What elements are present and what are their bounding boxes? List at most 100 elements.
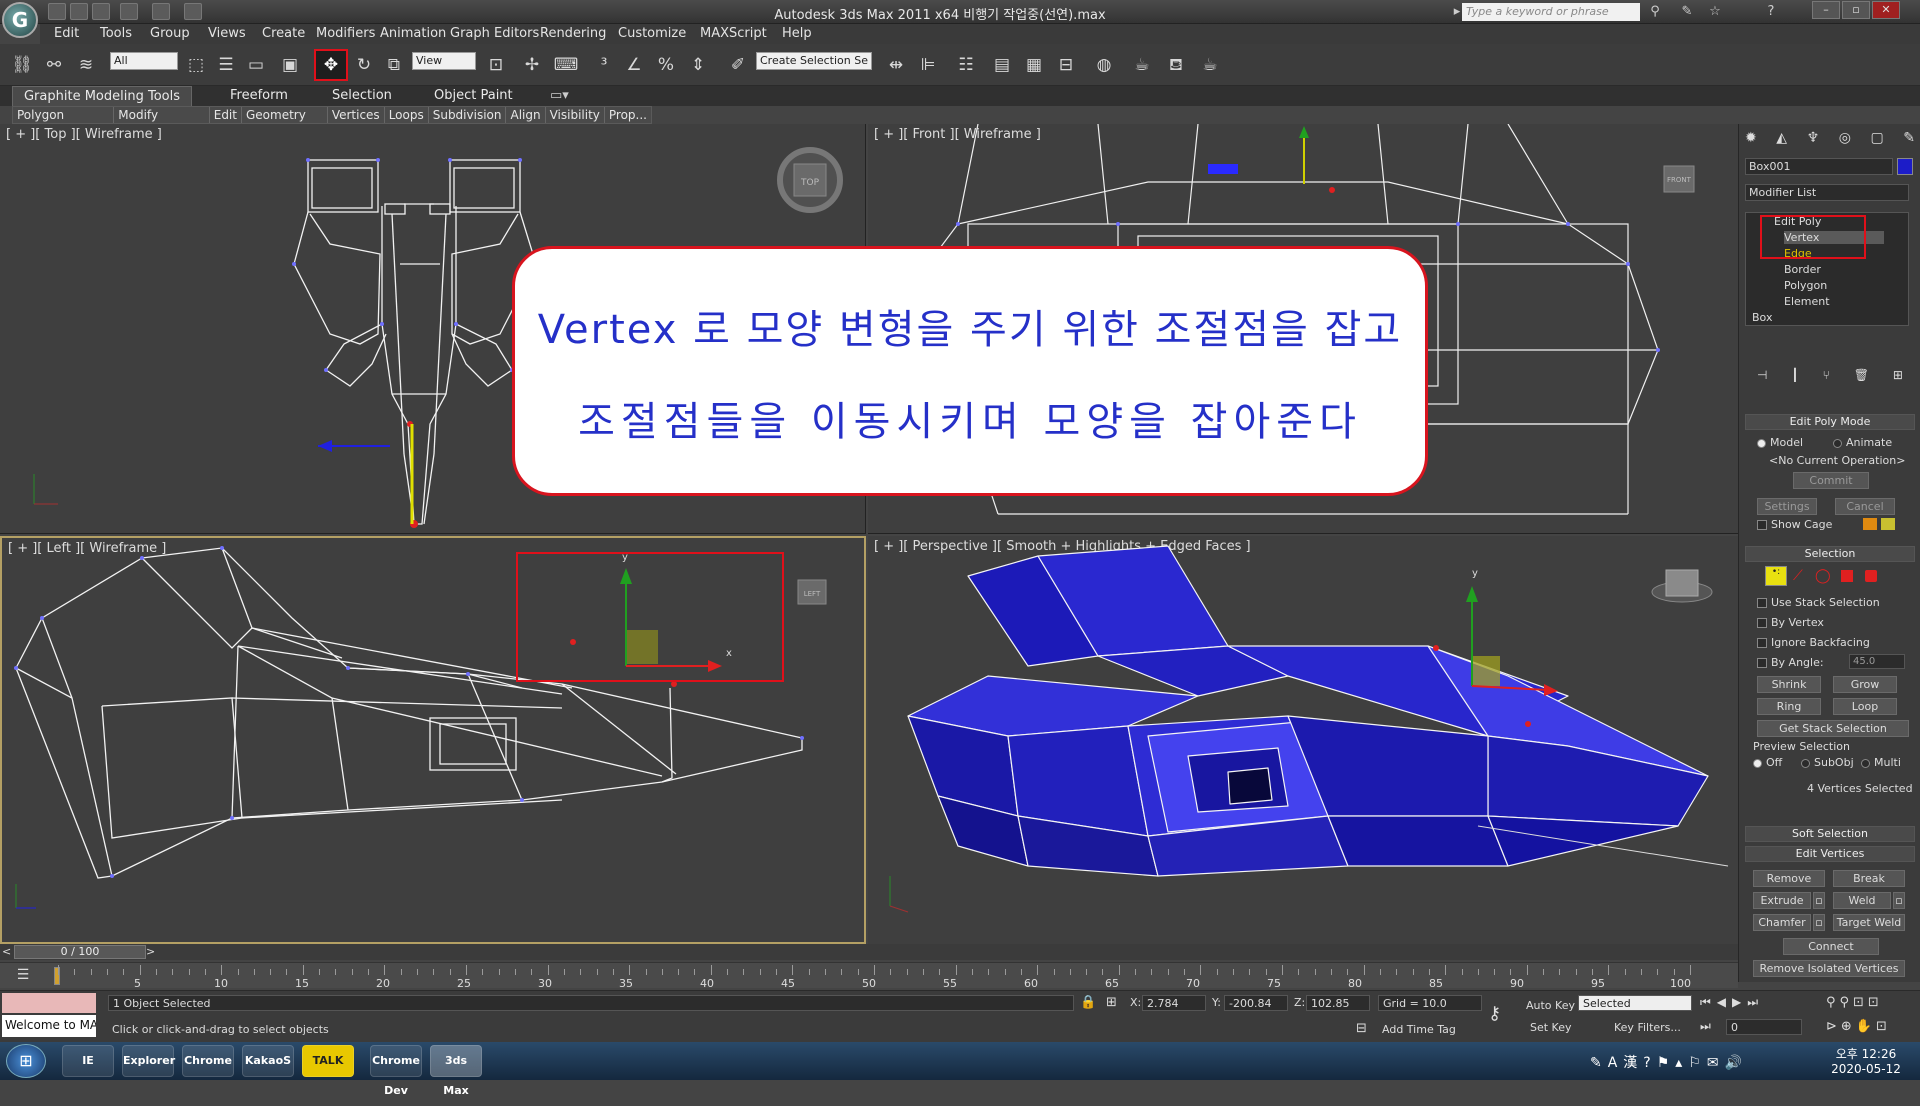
weld-settings-icon[interactable]: ▫: [1893, 892, 1905, 909]
curve-editor-icon[interactable]: ▦: [1020, 51, 1048, 79]
new-file-icon[interactable]: [48, 3, 66, 20]
rendered-frame-window-icon[interactable]: ⛾: [1162, 51, 1190, 79]
menu-help[interactable]: Help: [782, 24, 812, 44]
commit-button[interactable]: Commit: [1793, 472, 1869, 489]
bind-to-space-warp-icon[interactable]: ≋: [72, 51, 100, 79]
viewport-left[interactable]: [ + ][ Left ][ Wireframe ] y x LEFT: [0, 536, 866, 944]
time-prev-icon[interactable]: <: [2, 945, 11, 958]
by-vertex-checkbox[interactable]: By Vertex: [1757, 616, 1824, 629]
object-name-field[interactable]: Box001: [1745, 158, 1893, 175]
preview-subobj-radio[interactable]: SubObj: [1801, 756, 1854, 769]
taskbar-kakaos[interactable]: KakaoS: [242, 1045, 294, 1077]
ring-button[interactable]: Ring: [1757, 698, 1821, 715]
loop-button[interactable]: Loop: [1833, 698, 1897, 715]
favorites-star-icon[interactable]: ☆: [1704, 3, 1726, 21]
utilities-panel-icon[interactable]: ✎: [1903, 130, 1915, 148]
configure-modifier-sets-icon[interactable]: ⊞: [1893, 368, 1903, 388]
weld-button[interactable]: Weld: [1833, 892, 1891, 909]
grow-button[interactable]: Grow: [1833, 676, 1897, 693]
connect-button[interactable]: Connect: [1783, 938, 1879, 955]
viewport-perspective[interactable]: [ + ][ Perspective ][ Smooth + Highlight…: [868, 536, 1738, 944]
render-production-icon[interactable]: ☕: [1196, 51, 1224, 79]
auto-key-button[interactable]: Auto Key: [1526, 999, 1575, 1012]
show-cage-checkbox[interactable]: Show Cage: [1757, 518, 1832, 531]
pivot-center-icon[interactable]: ⊡: [482, 51, 510, 79]
material-editor-icon[interactable]: ◍: [1090, 51, 1118, 79]
set-key-button[interactable]: Set Key: [1530, 1021, 1572, 1034]
time-slider[interactable]: < 0 / 100 >: [0, 944, 1738, 960]
rectangular-selection-icon[interactable]: ▭: [242, 51, 270, 79]
menu-views[interactable]: Views: [208, 24, 246, 44]
maxscript-welcome-field[interactable]: Welcome to MA: [2, 1015, 96, 1037]
track-bar[interactable]: ☰ 5 10 15 20 25 30 35 40 45 50 55 60 65 …: [0, 962, 1738, 990]
tab-object-paint[interactable]: Object Paint: [434, 86, 513, 106]
maxscript-listener-mini[interactable]: [2, 993, 96, 1013]
hierarchy-panel-icon[interactable]: ♆: [1807, 130, 1820, 148]
named-selection-dropdown[interactable]: Create Selection Se: [756, 52, 872, 70]
minimize-button[interactable]: –: [1812, 1, 1840, 19]
select-and-rotate-icon[interactable]: ↻: [350, 51, 378, 79]
viewcube-top-label[interactable]: TOP: [800, 178, 820, 188]
clock-time[interactable]: 오후 12:26: [1826, 1045, 1906, 1062]
playback-controls[interactable]: ⏮◀▶⏭: [1700, 995, 1764, 1010]
ribbon-options-icon[interactable]: ▭▾: [550, 86, 569, 106]
viewport-nav-controls[interactable]: ⚲⚲⊡⊡: [1826, 995, 1883, 1010]
align-icon[interactable]: ⊫: [914, 51, 942, 79]
manipulate-icon[interactable]: ✢: [518, 51, 546, 79]
create-panel-icon[interactable]: ✹: [1745, 130, 1757, 148]
ignore-backfacing-checkbox[interactable]: Ignore Backfacing: [1757, 636, 1870, 649]
help-icon[interactable]: ?: [1760, 3, 1782, 21]
window-crossing-icon[interactable]: ▣: [276, 51, 304, 79]
chamfer-settings-icon[interactable]: ▫: [1813, 914, 1825, 931]
open-file-icon[interactable]: [70, 3, 88, 20]
by-angle-spinner[interactable]: 45.0: [1849, 654, 1905, 669]
current-frame-marker[interactable]: [54, 967, 60, 985]
absolute-mode-icon[interactable]: ⊞: [1106, 995, 1117, 1010]
spinner-snap-icon[interactable]: ⇕: [684, 51, 712, 79]
application-menu-icon[interactable]: G: [2, 2, 38, 38]
close-button[interactable]: ✕: [1872, 1, 1900, 19]
remove-button[interactable]: Remove: [1753, 870, 1825, 887]
panel-subdivision[interactable]: Subdivision: [429, 107, 507, 123]
menu-graph-editors[interactable]: Graph Editors: [450, 24, 539, 44]
menu-modifiers[interactable]: Modifiers: [316, 24, 375, 44]
panel-align[interactable]: Align: [506, 107, 546, 123]
menu-edit[interactable]: Edit: [54, 24, 79, 44]
taskbar-ie[interactable]: IE: [62, 1045, 114, 1077]
start-button[interactable]: ⊞: [6, 1044, 46, 1078]
remove-modifier-icon[interactable]: 🗑: [1854, 368, 1869, 388]
taskbar-explorer[interactable]: Explorer: [122, 1045, 175, 1077]
edit-vertices-rollout[interactable]: Edit Vertices: [1745, 846, 1915, 862]
menu-rendering[interactable]: Rendering: [540, 24, 606, 44]
angle-snap-icon[interactable]: ∠: [620, 51, 648, 79]
select-object-icon[interactable]: ⬚: [182, 51, 210, 79]
selection-filter-dropdown[interactable]: All: [110, 52, 178, 70]
taskbar-kakaotalk[interactable]: TALK: [302, 1045, 354, 1077]
render-setup-icon[interactable]: ☕: [1128, 51, 1156, 79]
viewcube-front-label[interactable]: FRONT: [1667, 176, 1692, 184]
system-tray-icons[interactable]: ✎A漢?⚑▴⚐✉🔊: [1590, 1052, 1748, 1072]
panel-geometry-all[interactable]: Geometry (All): [242, 107, 328, 138]
tab-selection[interactable]: Selection: [332, 86, 392, 106]
stack-box[interactable]: Box: [1752, 311, 1772, 324]
cage-color-swatch[interactable]: [1863, 518, 1877, 530]
display-panel-icon[interactable]: ▢: [1870, 130, 1883, 148]
stack-polygon[interactable]: Polygon: [1784, 279, 1827, 292]
menu-tools[interactable]: Tools: [100, 24, 132, 44]
menu-maxscript[interactable]: MAXScript: [700, 24, 767, 44]
set-key-mode-icon[interactable]: ⚷: [1488, 1003, 1501, 1024]
edit-poly-mode-rollout[interactable]: Edit Poly Mode: [1745, 414, 1915, 430]
cancel-button[interactable]: Cancel: [1835, 498, 1895, 515]
project-folder-icon[interactable]: [184, 3, 202, 20]
time-slider-thumb[interactable]: 0 / 100: [14, 945, 146, 959]
vertex-mode-icon[interactable]: •:: [1765, 566, 1787, 586]
time-next-icon[interactable]: >: [146, 945, 155, 958]
graphite-toggle-icon[interactable]: ▤: [988, 51, 1016, 79]
soft-selection-rollout[interactable]: Soft Selection: [1745, 826, 1915, 842]
menu-animation[interactable]: Animation: [380, 24, 446, 44]
current-frame-field[interactable]: 0: [1726, 1019, 1802, 1035]
add-time-tag-button[interactable]: Add Time Tag: [1382, 1023, 1456, 1036]
panel-properties[interactable]: Prop...: [605, 107, 651, 123]
modify-panel-icon[interactable]: ◭: [1776, 130, 1787, 148]
taskbar-3dsmax[interactable]: 3ds Max: [430, 1045, 482, 1097]
